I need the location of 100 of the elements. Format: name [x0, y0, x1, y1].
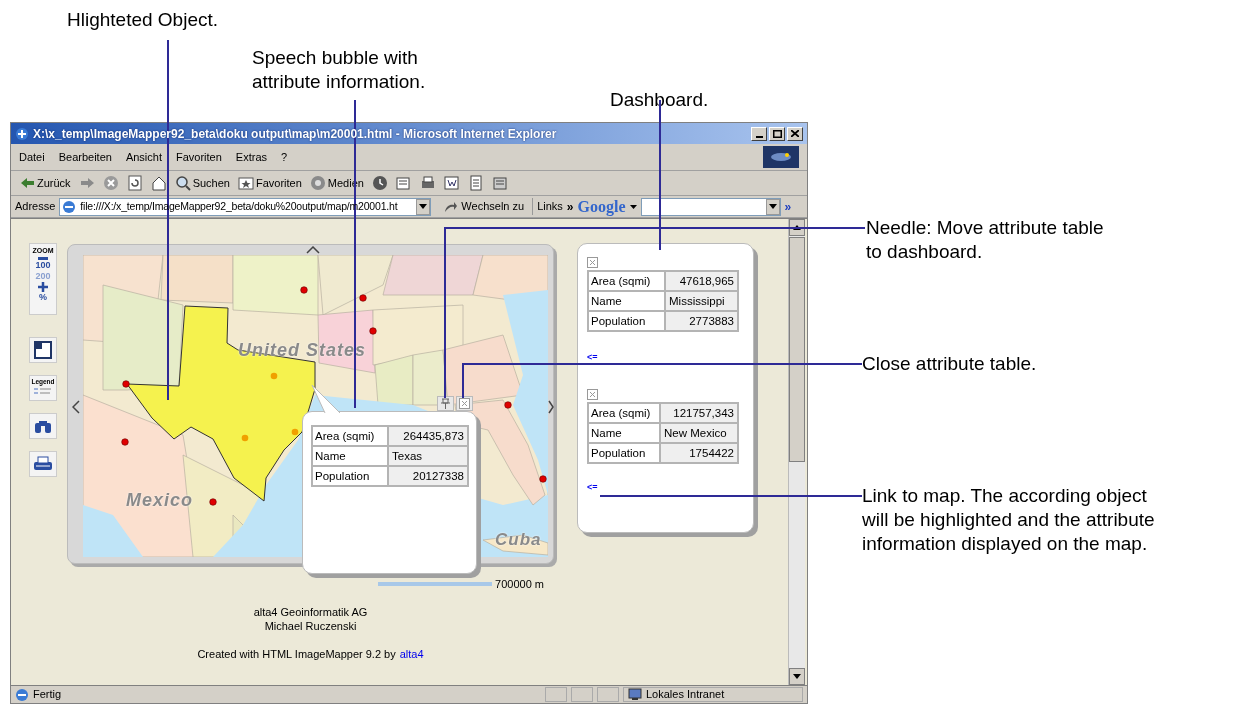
table-cell: Population — [589, 312, 664, 330]
window-title: X:\x_temp\ImageMapper92_beta\doku output\map\m20001.html - Microsoft Internet Explorer — [33, 125, 557, 143]
pan-up-icon[interactable] — [306, 246, 320, 254]
history-button[interactable] — [371, 175, 388, 191]
intranet-icon — [628, 688, 642, 701]
refresh-icon — [126, 175, 143, 191]
media-icon — [309, 175, 326, 191]
zone-text: Lokales Intranet — [646, 687, 725, 703]
zoom-unit: % — [39, 291, 47, 302]
close-icon[interactable] — [587, 257, 598, 268]
legend-lines-icon — [33, 386, 53, 396]
print-icon — [419, 175, 436, 191]
table-cell: 264435,873 — [389, 427, 467, 445]
stop-button[interactable] — [102, 175, 119, 191]
table-cell: New Mexico — [661, 424, 737, 442]
annotation-text: Dashboard. — [610, 88, 709, 112]
maximize-button[interactable] — [769, 126, 785, 141]
close-icon — [459, 398, 470, 409]
credit-link[interactable]: alta4 — [399, 646, 424, 661]
print-button[interactable] — [419, 175, 436, 191]
table-cell: Population — [589, 444, 659, 462]
favorites-button[interactable]: Favoriten — [237, 174, 302, 192]
map-label: Mexico — [126, 489, 194, 512]
caret-icon — [419, 204, 428, 209]
find-button[interactable] — [29, 413, 57, 439]
binoculars-icon — [34, 418, 52, 434]
close-icon[interactable] — [587, 389, 598, 400]
pan-left-icon[interactable] — [72, 400, 80, 414]
pin-button[interactable] — [437, 396, 454, 411]
mail-button[interactable] — [395, 175, 412, 191]
edit-button[interactable] — [443, 175, 460, 191]
overview-button[interactable] — [29, 337, 57, 363]
brand-logo-icon — [763, 146, 799, 168]
scale-label: 700000 m — [495, 577, 544, 592]
map-label: Cuba — [495, 529, 542, 551]
document-icon — [395, 175, 412, 191]
zoom-level[interactable]: 100 — [35, 259, 51, 271]
search-field[interactable] — [640, 197, 781, 216]
company-name: alta4 Geoinformatik AG — [253, 604, 368, 619]
table-cell: Area (sqmi) — [589, 404, 659, 422]
home-icon — [150, 175, 167, 191]
toolbox-icon — [491, 175, 508, 191]
scrollbar-thumb[interactable] — [789, 237, 805, 462]
table-cell: Population — [313, 467, 387, 485]
history-icon — [371, 175, 388, 191]
pan-right-icon[interactable] — [548, 400, 554, 414]
dropdown-button[interactable] — [416, 198, 431, 215]
table-cell: Area (sqmi) — [313, 427, 387, 445]
table-cell: 20127338 — [389, 467, 467, 485]
annotation-text: Needle: Move attribute table to dashboard. — [866, 216, 1104, 264]
table-cell: Mississippi — [666, 292, 737, 310]
menu-item[interactable]: Favoriten — [176, 148, 222, 166]
browser-logo-icon — [15, 126, 29, 141]
map-link[interactable]: <= — [587, 482, 753, 492]
scroll-down-icon[interactable] — [793, 674, 801, 679]
table-cell: 1754422 — [661, 444, 737, 462]
menu-item[interactable]: Datei — [19, 148, 45, 166]
status-text: Fertig — [33, 687, 62, 703]
window-icon — [34, 341, 52, 359]
menu-item[interactable]: Bearbeiten — [58, 148, 112, 166]
edit-icon — [443, 175, 460, 191]
go-button[interactable]: Wechseln zu — [443, 198, 525, 215]
table-cell: Name — [313, 447, 387, 465]
back-button[interactable]: Zurück — [19, 174, 71, 192]
map-link[interactable]: <= — [587, 352, 753, 362]
star-folder-icon — [237, 175, 254, 191]
search-icon — [174, 175, 191, 191]
menu-item[interactable]: Ansicht — [125, 148, 162, 166]
status-panel — [545, 687, 567, 702]
annotation-text: Speech bubble with attribute information. — [252, 46, 426, 94]
pin-icon — [441, 398, 450, 409]
minimize-icon — [755, 135, 763, 138]
maximize-icon — [772, 129, 782, 138]
search-button[interactable]: Suchen — [174, 174, 230, 192]
plus-icon[interactable] — [38, 281, 48, 292]
menu-item[interactable]: ? — [281, 148, 288, 166]
back-arrow-icon — [19, 175, 35, 191]
chevron-button[interactable]: » — [566, 197, 574, 216]
annotation-text: Hlighteted Object. — [67, 8, 219, 32]
home-button[interactable] — [150, 175, 167, 191]
table-cell: 2773883 — [666, 312, 737, 330]
scroll-up-icon[interactable] — [793, 225, 801, 230]
minimize-button[interactable] — [751, 126, 767, 141]
print-button[interactable] — [29, 451, 57, 477]
close-icon — [791, 130, 799, 137]
author-name: Michael Ruczenski — [264, 618, 357, 633]
links-label[interactable]: Links — [532, 198, 563, 215]
table-cell: 47618,965 — [666, 272, 737, 290]
table-cell: Name — [589, 292, 664, 310]
google-button[interactable]: Google — [577, 194, 626, 219]
minus-icon[interactable] — [38, 256, 48, 260]
scrollbar[interactable] — [788, 219, 805, 685]
chevron-button[interactable]: » — [784, 197, 792, 216]
table-cell: Name — [589, 424, 659, 442]
printer-icon — [33, 456, 53, 472]
refresh-button[interactable] — [126, 175, 143, 191]
dropdown-button[interactable] — [765, 198, 780, 215]
status-panel — [571, 687, 593, 702]
annotation-text: Close attribute table. — [862, 352, 1037, 376]
menu-item[interactable]: Extras — [235, 148, 268, 166]
